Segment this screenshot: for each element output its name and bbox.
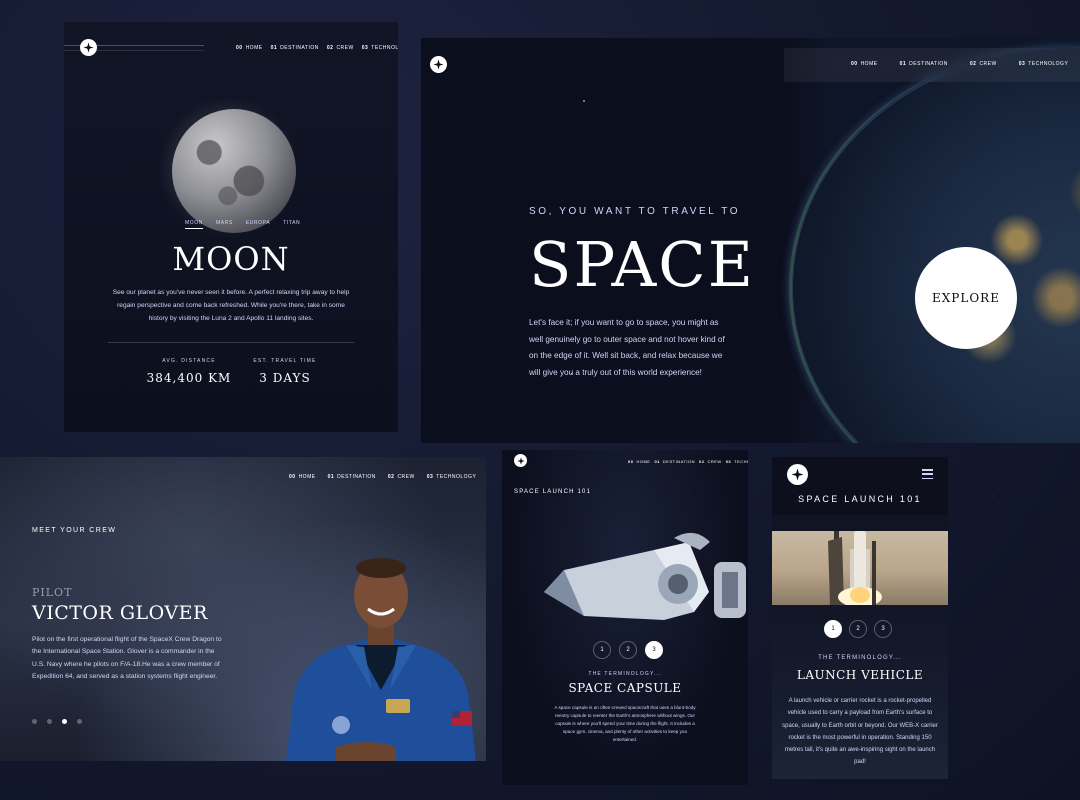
nav-item-crew[interactable]: 02 CREW: [970, 61, 997, 67]
tech-description: A space capsule is an often-crewed space…: [554, 705, 696, 742]
logo-star-icon[interactable]: [787, 464, 808, 485]
destination-title: MOON: [172, 240, 290, 278]
stat-distance-label: AVG. DISTANCE: [162, 358, 216, 364]
nav-item-technology[interactable]: 03TECHNOLOGY: [362, 45, 398, 51]
mobile-tech-number-2[interactable]: 2: [849, 620, 867, 638]
destination-description: See our planet as you've never seen it b…: [112, 289, 350, 322]
tab-mars[interactable]: MARS: [216, 220, 233, 229]
hero-title: SPACE: [529, 228, 755, 301]
logo-star-icon[interactable]: [430, 56, 447, 73]
nav-item-home[interactable]: 00 HOME: [236, 45, 263, 51]
tech-number-3-active[interactable]: 3: [645, 641, 663, 659]
tab-europa[interactable]: EUROPA: [246, 220, 270, 229]
nav-item-destination[interactable]: 01 DESTINATION: [328, 474, 376, 480]
hero-description: Let's face it; if you want to go to spac…: [529, 318, 725, 377]
crew-pagination: [32, 719, 82, 724]
crew-eyebrow: MEET YOUR CREW: [32, 527, 117, 534]
nav-item-crew[interactable]: 02 CREW: [699, 459, 722, 464]
mobile-tech-number-1-active[interactable]: 1: [824, 620, 842, 638]
nav-item-crew[interactable]: 02 CREW: [388, 474, 415, 480]
atmosphere-edge: [789, 44, 1080, 443]
nav-item-technology[interactable]: 03TECHNOLOGY: [427, 474, 477, 480]
crew-dot[interactable]: [77, 719, 82, 724]
logo-star-icon[interactable]: [80, 39, 97, 56]
nav-item-crew[interactable]: 02 CREW: [327, 45, 354, 51]
stat-travel-time-value: 3 DAYS: [259, 371, 311, 385]
mobile-eyebrow: SPACE LAUNCH 101: [798, 494, 922, 504]
primary-nav: 00HOME 01DESTINATION 02CREW 03TECHNOLOGY: [628, 459, 748, 464]
destination-tabs: MOON MARS EUROPA TITAN: [185, 220, 300, 229]
divider: [108, 342, 354, 343]
rocket-graphic: [828, 531, 882, 605]
mobile-tech-title: LAUNCH VEHICLE: [796, 668, 924, 682]
logo-star-icon[interactable]: [514, 454, 527, 467]
tech-number-2[interactable]: 2: [619, 641, 637, 659]
crew-dot[interactable]: [47, 719, 52, 724]
nav-item-technology[interactable]: 03TECHNOLOGY: [726, 459, 748, 464]
hero-eyebrow: SO, YOU WANT TO TRAVEL TO: [529, 206, 741, 217]
mobile-tech-pagination: 1 2 3: [824, 620, 892, 638]
tech-eyebrow: SPACE LAUNCH 101: [514, 489, 592, 495]
stat-travel-time-label: EST. TRAVEL TIME: [253, 358, 317, 364]
crew-name: VICTOR GLOVER: [32, 602, 208, 624]
stat-distance-value: 384,400 KM: [146, 371, 232, 385]
nav-item-home[interactable]: 00 HOME: [851, 61, 878, 67]
home-screen: 00 HOME 01 DESTINATION 02 CREW 03 TECHNOLOGY…: [421, 38, 1080, 443]
tech-number-1[interactable]: 1: [593, 641, 611, 659]
crew-dot[interactable]: [32, 719, 37, 724]
nav-item-destination[interactable]: 01 DESTINATION: [271, 45, 319, 51]
tech-pagination: 1 2 3: [593, 641, 663, 659]
primary-nav: 00HOME 01DESTINATION 02CREW 03TECHNOLOGY: [236, 45, 398, 51]
space-capsule-image: [544, 532, 746, 620]
explore-button[interactable]: EXPLORE: [915, 247, 1017, 349]
mobile-tech-number-3[interactable]: 3: [874, 620, 892, 638]
destination-screen: 00HOME 01DESTINATION 02CREW 03TECHNOLOGY…: [64, 22, 398, 432]
stat-travel-time: EST. TRAVEL TIME 3 DAYS: [230, 358, 340, 385]
nav-item-home[interactable]: 00 HOME: [628, 459, 650, 464]
moon-image: [172, 109, 296, 233]
crew-dot-active[interactable]: [62, 719, 67, 724]
primary-nav: 00HOME 01DESTINATION 02CREW 03TECHNOLOGY: [851, 61, 1068, 67]
nav-item-destination[interactable]: 01 DESTINATION: [654, 459, 695, 464]
mobile-tech-term-label: THE TERMINOLOGY...: [818, 655, 902, 661]
tab-moon[interactable]: MOON: [185, 220, 203, 229]
technology-mobile-screen: SPACE LAUNCH 101 1 2 3 THE TERMINOLOGY..…: [772, 457, 948, 779]
crew-bio: Pilot on the first operational flight of…: [32, 636, 222, 680]
astronaut-portrait: [286, 558, 476, 761]
technology-tablet-screen: 00HOME 01DESTINATION 02CREW 03TECHNOLOGY…: [502, 450, 748, 785]
hamburger-menu-icon[interactable]: [922, 469, 933, 479]
nav-item-technology[interactable]: 03TECHNOLOGY: [1019, 61, 1069, 67]
launch-vehicle-image: [772, 531, 948, 605]
stat-distance: AVG. DISTANCE 384,400 KM: [134, 358, 244, 385]
tab-titan[interactable]: TITAN: [283, 220, 300, 229]
primary-nav: 00HOME 01DESTINATION 02CREW 03TECHNOLOGY: [289, 474, 476, 480]
nav-item-home[interactable]: 00 HOME: [289, 474, 316, 480]
nav-item-destination[interactable]: 01 DESTINATION: [900, 61, 948, 67]
star: [583, 100, 585, 102]
tech-title: SPACE CAPSULE: [568, 681, 682, 695]
tech-term-label: THE TERMINOLOGY...: [588, 671, 662, 677]
crew-screen: 00 HOME 01 DESTINATION 02 CREW 03 TECHNOLOGY…: [0, 457, 486, 761]
crew-role: PILOT: [32, 586, 73, 599]
mobile-tech-description: A launch vehicle or carrier rocket is a …: [782, 698, 938, 766]
